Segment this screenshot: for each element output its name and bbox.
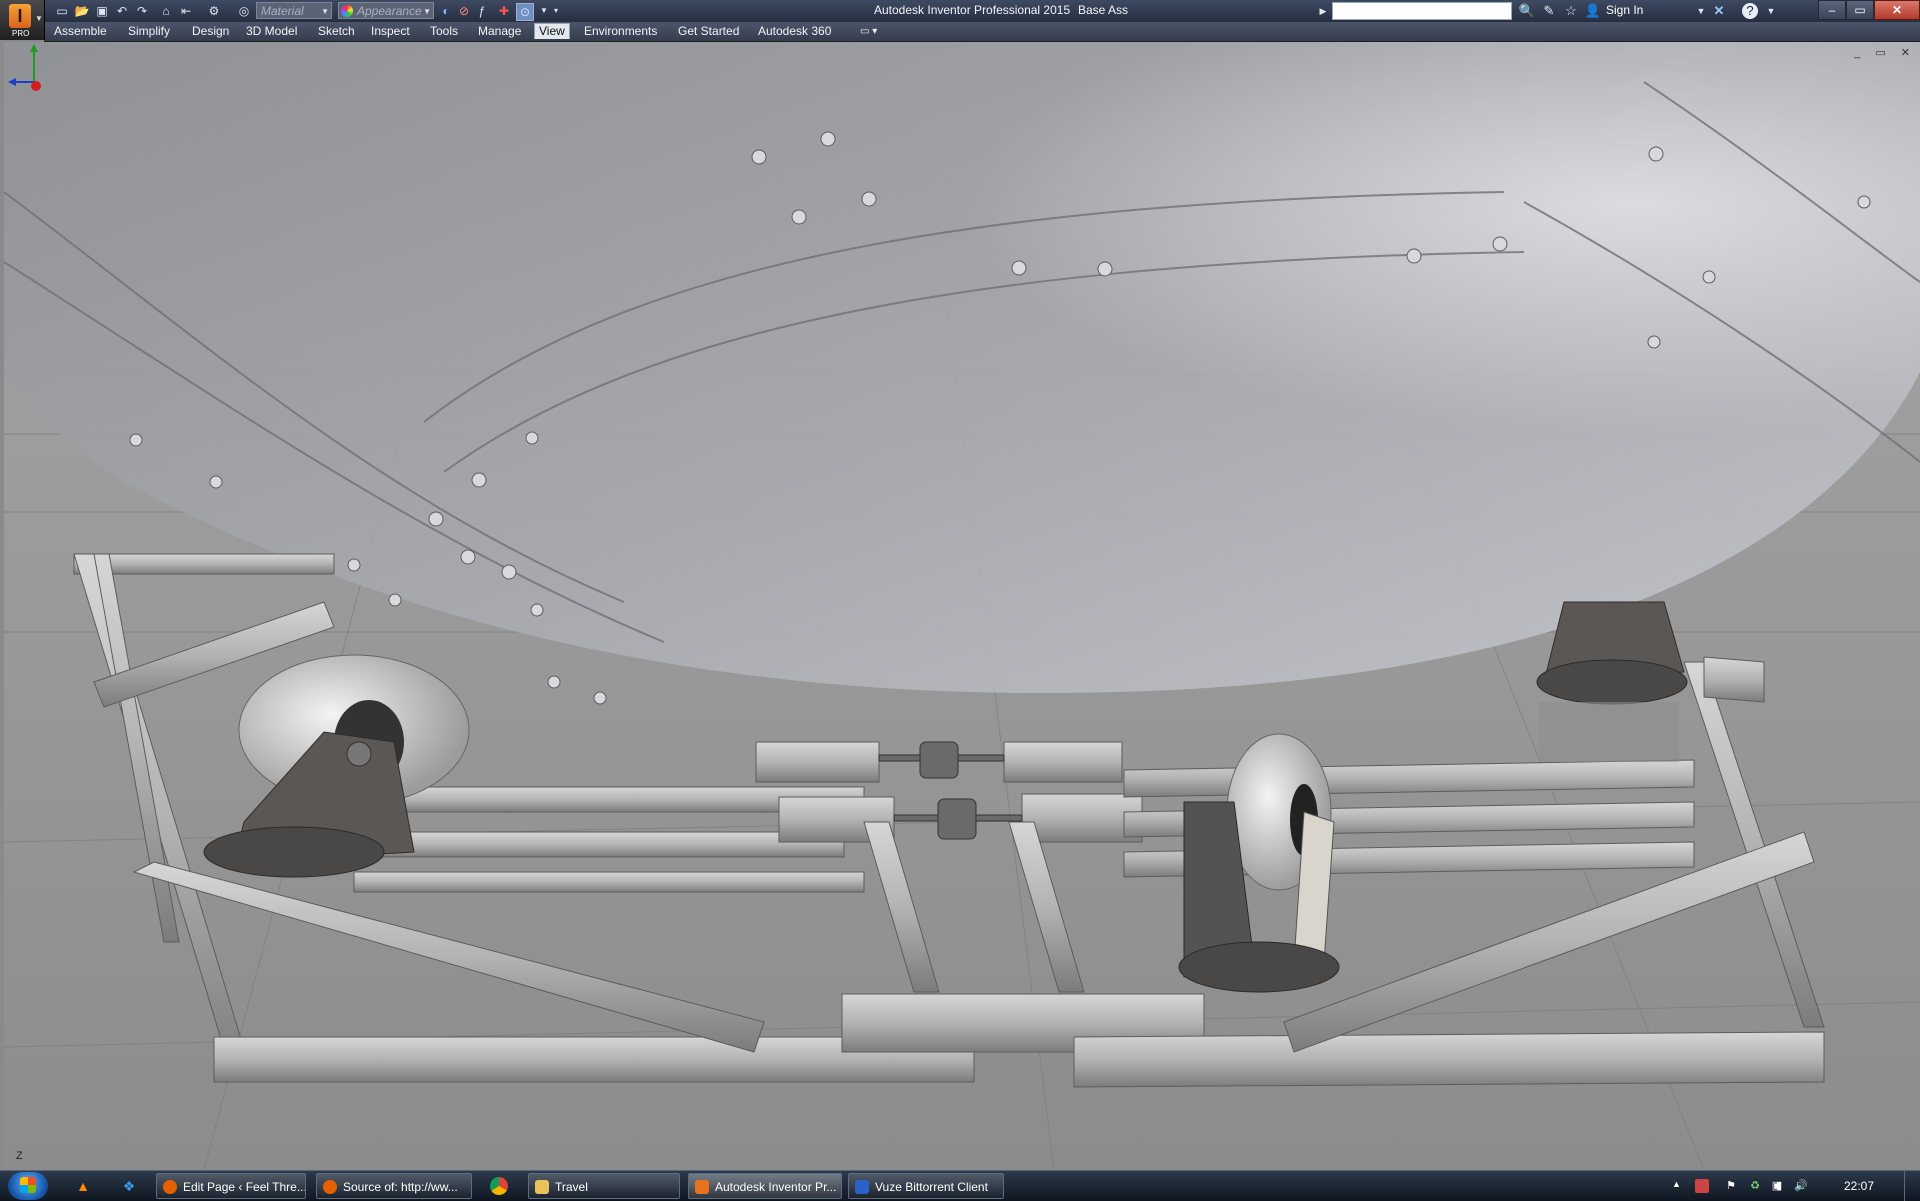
ribbon-minimize-icon[interactable]: ▭ ▾ <box>856 24 881 39</box>
vlc-icon[interactable]: ▲ <box>74 1177 92 1195</box>
tab-tools[interactable]: Tools <box>426 24 462 39</box>
firefox-icon <box>163 1180 177 1194</box>
chevron-down-icon[interactable]: ▼ <box>1762 2 1780 20</box>
appearance-swatch-icon <box>341 5 353 17</box>
material-combo-text: Material <box>261 4 304 18</box>
update-icon[interactable]: ⚙ <box>206 3 222 19</box>
search-expand-icon[interactable]: ▶ <box>1314 2 1332 20</box>
inspect-icon[interactable]: ⊙ <box>516 3 534 21</box>
home-icon[interactable]: ⌂ <box>158 3 174 19</box>
help-icon[interactable]: ? <box>1742 3 1758 19</box>
taskbar-button-label: Autodesk Inventor Pr... <box>715 1180 837 1194</box>
clear-appearance-icon[interactable]: ⊘ <box>456 3 472 19</box>
appearance-combo-text: Appearance <box>357 4 422 18</box>
user-icon[interactable]: 👤 <box>1584 2 1602 20</box>
inventor-icon <box>695 1180 709 1194</box>
tab-manage[interactable]: Manage <box>474 24 525 39</box>
application-menu-button[interactable]: I PRO ▼ <box>0 0 45 40</box>
graphics-window[interactable]: _ ▭ ✕ Z <box>4 42 1920 1170</box>
taskbar-button-label: Travel <box>555 1180 588 1194</box>
network-sync-icon[interactable]: ♻ <box>1748 1179 1762 1193</box>
tray-expand-icon[interactable]: ▲ <box>1672 1179 1681 1189</box>
favorites-star-icon[interactable]: ☆ <box>1562 2 1580 20</box>
windows-logo-icon <box>20 1177 36 1193</box>
measure-icon[interactable]: ✚ <box>496 3 512 19</box>
tab-simplify[interactable]: Simplify <box>124 24 174 39</box>
tab-assemble[interactable]: Assemble <box>50 24 111 39</box>
folder-icon <box>535 1180 549 1194</box>
tab-autodesk-360[interactable]: Autodesk 360 <box>754 24 835 39</box>
dropbox-icon[interactable]: ❖ <box>120 1177 138 1195</box>
triad-z-label: Z <box>16 1150 23 1162</box>
pro-badge: PRO <box>12 29 30 38</box>
document-title: Base Ass <box>1078 3 1129 17</box>
title-bar: I PRO ▼ ▭ 📂 ▣ ↶ ↷ ⌂ ⇤ ⚙ ◎ Material ▼ App… <box>0 0 1920 40</box>
tray-app-icon[interactable] <box>1695 1179 1709 1193</box>
subscription-center-icon[interactable]: ✎ <box>1540 2 1558 20</box>
chrome-icon[interactable] <box>490 1177 508 1195</box>
sign-in-button[interactable]: Sign In <box>1606 3 1643 17</box>
tab-inspect[interactable]: Inspect <box>367 24 414 39</box>
tab-environments[interactable]: Environments <box>580 24 661 39</box>
select-icon[interactable]: ◎ <box>236 3 252 19</box>
inventor-logo-icon: I <box>9 4 31 28</box>
save-icon[interactable]: ▣ <box>94 3 110 19</box>
return-icon[interactable]: ⇤ <box>178 3 194 19</box>
open-file-icon[interactable]: 📂 <box>74 3 90 19</box>
undo-icon[interactable]: ↶ <box>114 3 130 19</box>
maximize-button[interactable]: ▭ <box>1846 0 1874 20</box>
firefox-icon <box>323 1180 337 1194</box>
taskbar-button-inventor[interactable]: Autodesk Inventor Pr... <box>688 1173 842 1199</box>
minimize-button[interactable]: – <box>1818 0 1846 20</box>
start-button[interactable] <box>8 1172 48 1200</box>
viewport-window-controls[interactable]: _ ▭ ✕ <box>1854 46 1916 59</box>
tab-3d-model[interactable]: 3D Model <box>242 24 301 39</box>
taskbar-button-firefox-source[interactable]: Source of: http://ww... <box>316 1173 472 1199</box>
app-title: Autodesk Inventor Professional 2015 <box>874 3 1071 17</box>
taskbar-button-vuze[interactable]: Vuze Bittorrent Client <box>848 1173 1004 1199</box>
tab-design[interactable]: Design <box>188 24 233 39</box>
clock[interactable]: 22:07 <box>1844 1179 1874 1193</box>
help-search-input[interactable] <box>1332 2 1512 20</box>
parameters-icon[interactable]: ƒ <box>474 3 490 19</box>
new-file-icon[interactable]: ▭ <box>54 3 70 19</box>
view-triad-icon <box>8 44 41 91</box>
windows-taskbar: ▲ ❖ Edit Page ‹ Feel Thre... Source of: … <box>0 1170 1920 1201</box>
tab-view[interactable]: View <box>534 23 570 39</box>
ribbon-tab-row: Assemble Simplify Design 3D Model Sketch… <box>44 22 1920 42</box>
exchange-apps-icon[interactable]: ✕ <box>1710 2 1728 20</box>
chevron-down-icon: ▼ <box>423 7 431 16</box>
taskbar-button-travel-folder[interactable]: Travel <box>528 1173 680 1199</box>
taskbar-button-label: Vuze Bittorrent Client <box>875 1180 988 1194</box>
customize-qat-icon[interactable]: ▾ <box>548 3 564 19</box>
material-combo[interactable]: Material ▼ <box>256 2 332 19</box>
signal-bars-icon[interactable]: ▮ <box>1772 1179 1786 1193</box>
chevron-down-icon[interactable]: ▼ <box>1692 2 1710 20</box>
taskbar-button-label: Edit Page ‹ Feel Thre... <box>183 1180 306 1194</box>
redo-icon[interactable]: ↷ <box>134 3 150 19</box>
tab-get-started[interactable]: Get Started <box>674 24 743 39</box>
taskbar-button-label: Source of: http://ww... <box>343 1180 458 1194</box>
taskbar-button-firefox-edit[interactable]: Edit Page ‹ Feel Thre... <box>156 1173 306 1199</box>
action-center-flag-icon[interactable]: ⚑ <box>1724 1179 1738 1193</box>
chevron-down-icon: ▼ <box>321 7 329 16</box>
close-button[interactable]: ✕ <box>1874 0 1920 20</box>
appearance-combo[interactable]: Appearance ▼ <box>338 2 434 19</box>
vuze-icon <box>855 1180 869 1194</box>
search-icon[interactable]: 🔍 <box>1518 2 1536 20</box>
adjust-appearance-icon[interactable]: ◐ <box>438 3 454 19</box>
chevron-down-icon: ▼ <box>35 14 43 23</box>
volume-icon[interactable]: 🔊 <box>1794 1179 1808 1193</box>
tab-sketch[interactable]: Sketch <box>314 24 359 39</box>
back-right-caster <box>1536 601 1688 762</box>
3d-model-view <box>4 42 1920 1170</box>
show-desktop-button[interactable] <box>1904 1171 1920 1201</box>
